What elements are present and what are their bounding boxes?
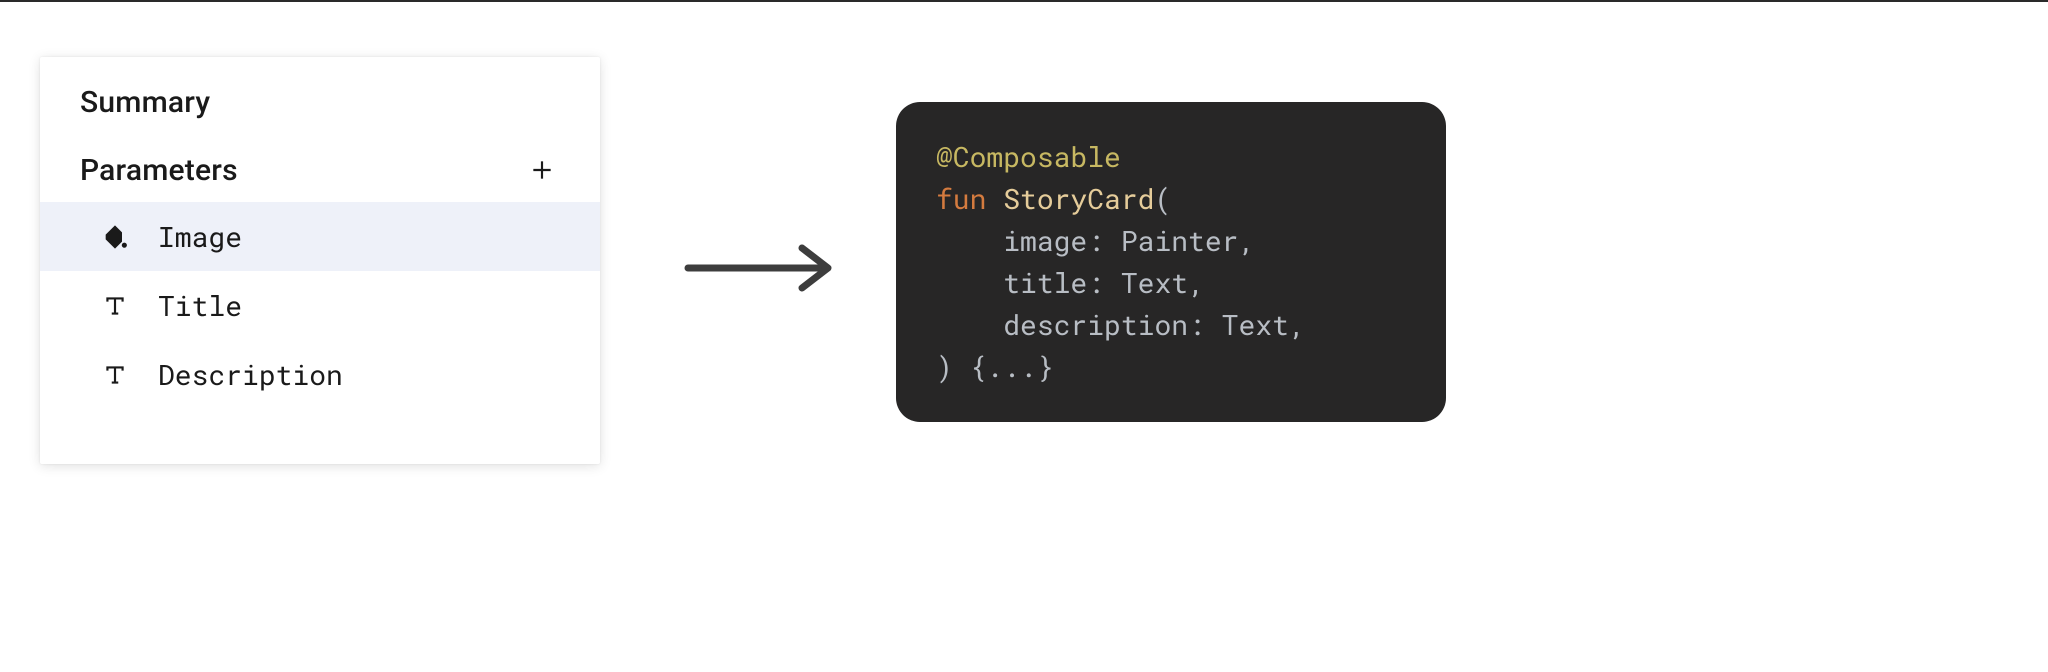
parameters-panel: Summary Parameters Image Title <box>40 57 600 464</box>
code-param-name: title <box>1003 264 1087 301</box>
code-body: {...} <box>970 348 1054 385</box>
code-keyword-fun: fun <box>936 180 986 217</box>
paint-bucket-icon <box>100 222 130 252</box>
code-param-type: Text <box>1121 264 1188 301</box>
code-open-paren: ( <box>1154 180 1171 217</box>
code-param-type: Text <box>1222 306 1289 343</box>
text-t-icon <box>100 291 130 321</box>
code-param-name: image <box>1003 222 1087 259</box>
plus-icon <box>529 157 555 183</box>
code-function-name: StoryCard <box>1003 180 1154 217</box>
parameters-section-header: Parameters <box>40 138 600 202</box>
parameter-row-image[interactable]: Image <box>40 202 600 271</box>
arrow-icon <box>680 238 840 302</box>
parameter-row-description[interactable]: Description <box>40 340 600 409</box>
parameter-label: Description <box>158 356 343 393</box>
parameter-row-title[interactable]: Title <box>40 271 600 340</box>
parameters-section-title[interactable]: Parameters <box>80 153 238 188</box>
code-block: @Composable fun StoryCard( image: Painte… <box>896 102 1446 422</box>
code-param-type: Painter <box>1121 222 1239 259</box>
code-annotation: @Composable <box>936 138 1121 175</box>
code-param-name: description <box>1003 306 1188 343</box>
parameter-label: Title <box>158 287 242 324</box>
code-close-paren: ) <box>936 348 953 385</box>
parameter-label: Image <box>158 218 242 255</box>
add-parameter-button[interactable] <box>524 152 560 188</box>
summary-section-title[interactable]: Summary <box>40 57 600 138</box>
text-t-icon <box>100 360 130 390</box>
